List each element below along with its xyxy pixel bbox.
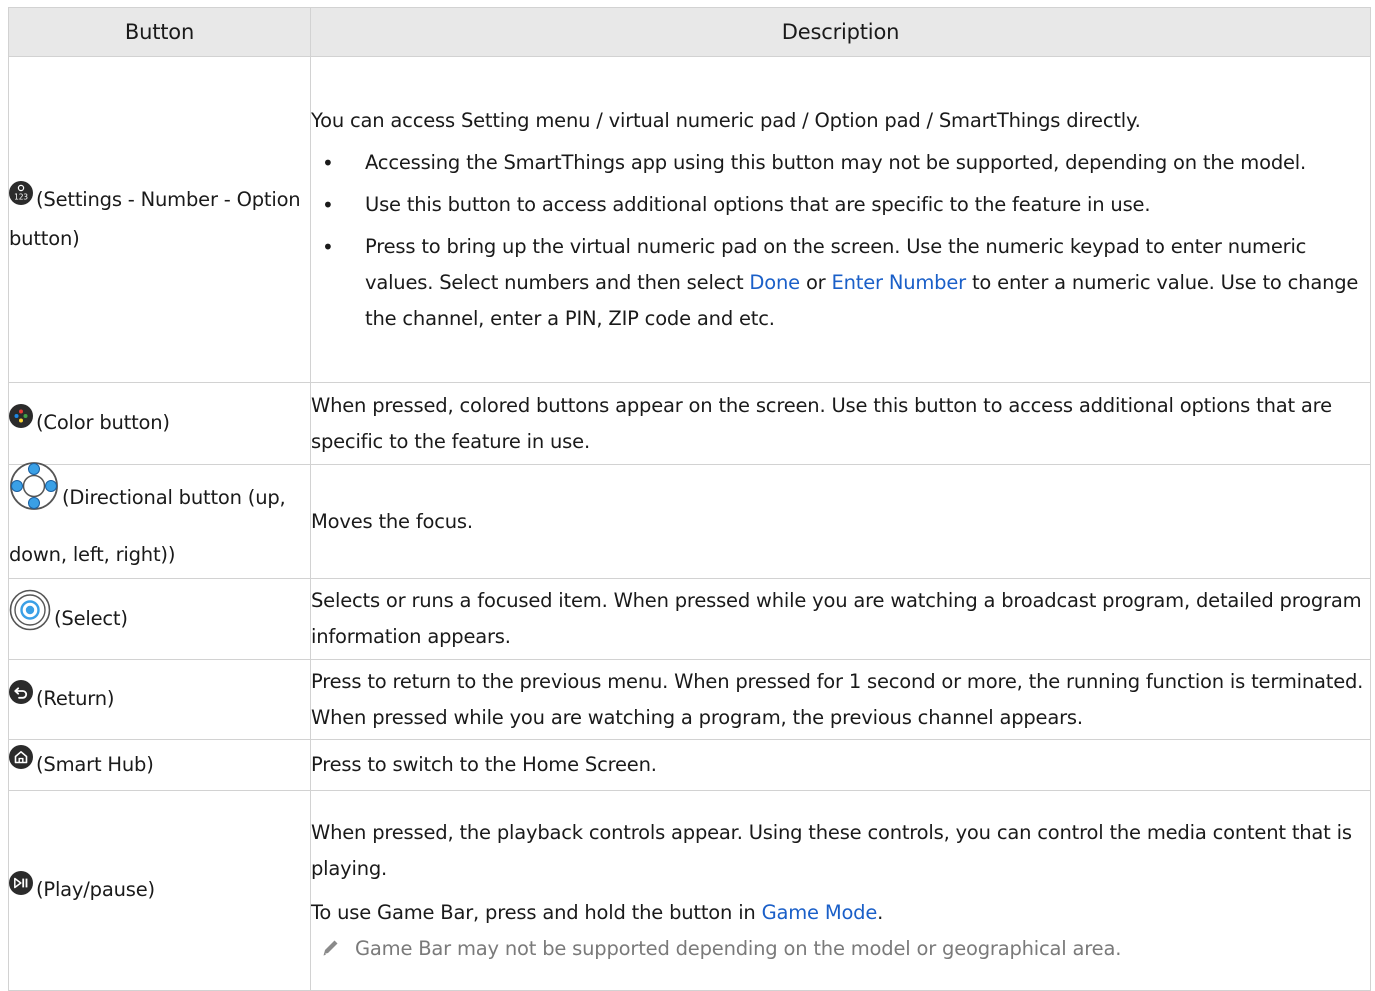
game-mode-link[interactable]: Game Mode bbox=[762, 901, 878, 924]
select-icon bbox=[9, 589, 51, 644]
description-text: Press to return to the previous menu. Wh… bbox=[311, 669, 1364, 729]
pencil-note-icon bbox=[323, 940, 338, 956]
table-row: (Select) Selects or runs a focused item.… bbox=[8, 578, 1371, 660]
game-bar-before: To use Game Bar, press and hold the butt… bbox=[311, 900, 756, 924]
table-row: (Smart Hub) Press to switch to the Home … bbox=[8, 739, 1371, 791]
bullet-text: or bbox=[805, 270, 826, 294]
description-cell: Press to switch to the Home Screen. bbox=[310, 739, 1371, 791]
button-label: (Return) bbox=[36, 687, 115, 711]
enter-number-link[interactable]: Enter Number bbox=[832, 271, 967, 294]
button-cell: (Select) bbox=[8, 578, 311, 660]
button-cell: (Directional button (up, down, left, rig… bbox=[8, 462, 311, 579]
table-row: (Directional button (up, down, left, rig… bbox=[8, 462, 1371, 579]
description-text: When pressed, the playback controls appe… bbox=[311, 820, 1352, 880]
note-text: Game Bar may not be supported depending … bbox=[355, 936, 1122, 960]
table-row: 123 (Settings - Number - Option button) … bbox=[8, 56, 1371, 383]
description-text: Press to switch to the Home Screen. bbox=[311, 753, 657, 776]
bullet-item: Press to bring up the virtual numeric pa… bbox=[311, 229, 1370, 337]
description-cell: When pressed, the playback controls appe… bbox=[310, 790, 1371, 991]
button-label: (Smart Hub) bbox=[36, 752, 154, 776]
table-row: (Color button) When pressed, colored but… bbox=[8, 382, 1371, 465]
description-cell: Selects or runs a focused item. When pre… bbox=[310, 578, 1371, 660]
button-cell: 123 (Settings - Number - Option button) bbox=[8, 56, 311, 383]
button-cell: (Color button) bbox=[8, 382, 311, 465]
description-intro: You can access Setting menu / virtual nu… bbox=[311, 108, 1141, 132]
remote-buttons-table: Button Description 123 (Settings - Numbe… bbox=[8, 7, 1371, 991]
done-link[interactable]: Done bbox=[749, 271, 800, 294]
description-text: When pressed, colored buttons appear on … bbox=[311, 393, 1332, 453]
description-text: Selects or runs a focused item. When pre… bbox=[311, 589, 1362, 648]
button-label: (Select) bbox=[54, 606, 128, 630]
svg-text:123: 123 bbox=[14, 192, 28, 201]
return-icon bbox=[9, 679, 33, 717]
header-description: Description bbox=[310, 7, 1371, 57]
bullet-list: Accessing the SmartThings app using this… bbox=[311, 145, 1370, 337]
button-label: (Color button) bbox=[36, 411, 170, 435]
button-cell: (Return) bbox=[8, 659, 311, 740]
button-cell: (Smart Hub) bbox=[8, 739, 311, 791]
description-cell: Moves the focus. bbox=[310, 464, 1371, 579]
table-header-row: Button Description bbox=[8, 7, 1371, 57]
directional-pad-icon bbox=[9, 461, 59, 528]
description-cell: When pressed, colored buttons appear on … bbox=[310, 382, 1371, 465]
note: Game Bar may not be supported depending … bbox=[311, 931, 1370, 967]
game-bar-text: To use Game Bar, press and hold the butt… bbox=[311, 895, 1370, 931]
game-bar-after: . bbox=[877, 900, 884, 924]
settings-number-option-icon: 123 bbox=[9, 180, 33, 218]
table-row: (Play/pause) When pressed, the playback … bbox=[8, 790, 1371, 991]
button-label: (Play/pause) bbox=[36, 878, 155, 902]
description-cell: You can access Setting menu / virtual nu… bbox=[310, 56, 1371, 383]
description-cell: Press to return to the previous menu. Wh… bbox=[310, 659, 1371, 740]
header-button: Button bbox=[8, 7, 311, 57]
color-button-icon bbox=[9, 403, 33, 441]
table-row: (Return) Press to return to the previous… bbox=[8, 659, 1371, 740]
button-cell: (Play/pause) bbox=[8, 790, 311, 991]
button-label: (Settings - Number - Option button) bbox=[9, 188, 301, 250]
bullet-item: Accessing the SmartThings app using this… bbox=[311, 145, 1370, 181]
play-pause-icon bbox=[9, 870, 33, 908]
description-text: Moves the focus. bbox=[311, 509, 473, 533]
home-icon bbox=[9, 744, 33, 782]
bullet-item: Use this button to access additional opt… bbox=[311, 187, 1370, 223]
